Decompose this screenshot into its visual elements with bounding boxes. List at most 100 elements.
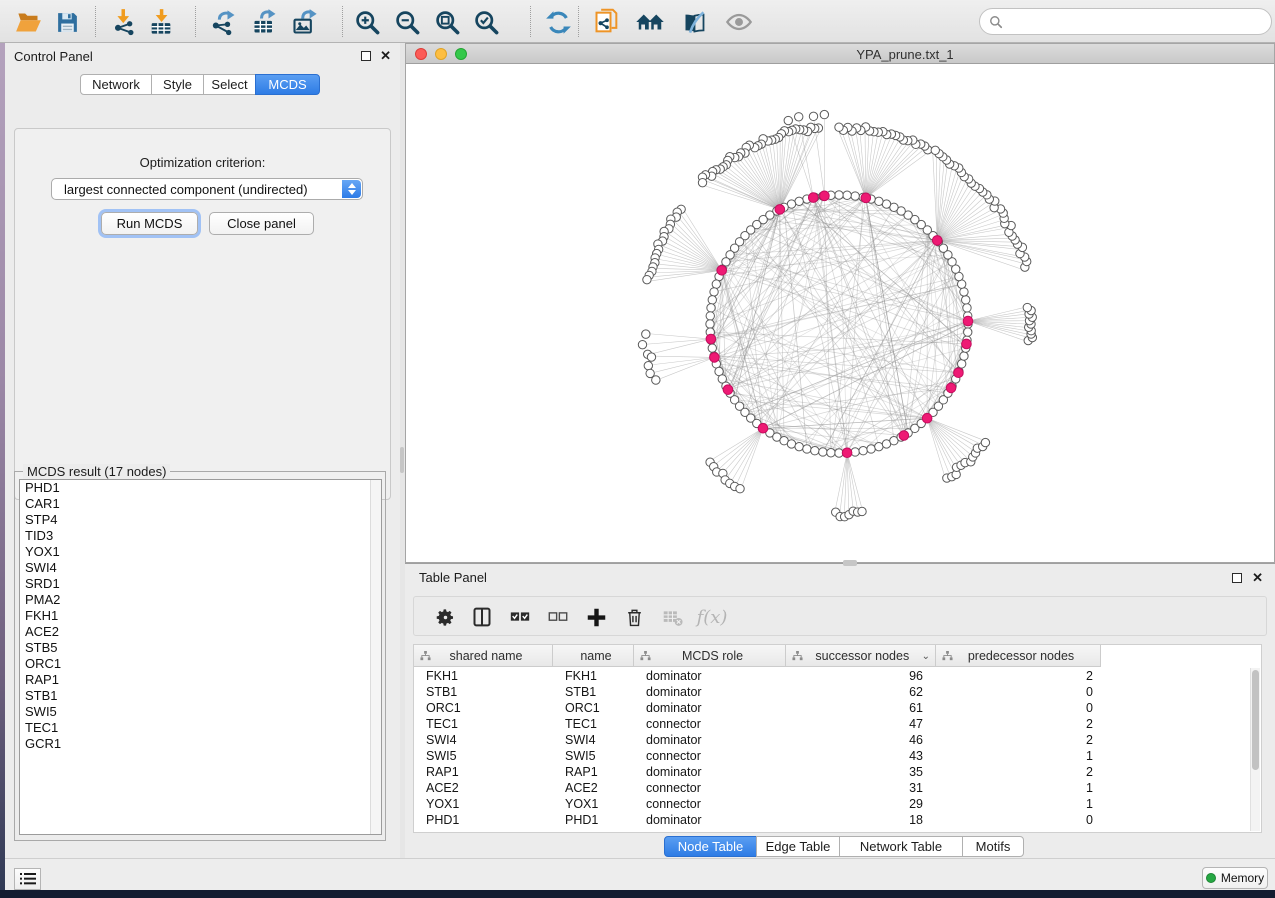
mcds-result-item[interactable]: SRD1	[20, 576, 381, 592]
table-row[interactable]: STB1STB1dominator620	[414, 684, 1261, 700]
table-cell[interactable]: PHD1	[553, 812, 634, 828]
mcds-result-item[interactable]: STB5	[20, 640, 381, 656]
column-chooser-icon[interactable]	[466, 601, 498, 633]
table-cell[interactable]: FKH1	[414, 668, 553, 684]
divider-grip[interactable]	[400, 447, 404, 473]
import-network-icon[interactable]	[110, 7, 140, 37]
add-column-icon[interactable]	[580, 601, 612, 633]
mcds-result-item[interactable]: STB1	[20, 688, 381, 704]
table-cell[interactable]: 31	[786, 780, 936, 796]
deselect-all-icon[interactable]	[542, 601, 574, 633]
table-cell[interactable]: SWI4	[414, 732, 553, 748]
table-scrollbar-thumb[interactable]	[1252, 670, 1259, 770]
memory-button[interactable]: Memory	[1202, 867, 1268, 889]
table-cell[interactable]: 61	[786, 700, 936, 716]
mcds-result-item[interactable]: YOX1	[20, 544, 381, 560]
mcds-result-item[interactable]: PMA2	[20, 592, 381, 608]
table-cell[interactable]: YOX1	[553, 796, 634, 812]
open-folder-icon[interactable]	[13, 7, 43, 37]
export-image-icon[interactable]	[290, 7, 320, 37]
table-cell[interactable]: 1	[936, 748, 1101, 764]
table-cell[interactable]: 2	[936, 732, 1101, 748]
mcds-result-item[interactable]: GCR1	[20, 736, 381, 752]
tab-mcds[interactable]: MCDS	[255, 74, 320, 95]
table-cell[interactable]: dominator	[634, 700, 786, 716]
table-row[interactable]: YOX1YOX1connector291	[414, 796, 1261, 812]
show-eye-icon[interactable]	[724, 7, 754, 37]
column-header-MCDS-role[interactable]: MCDS role	[634, 645, 786, 667]
table-cell[interactable]: SWI4	[553, 732, 634, 748]
close-panel-icon[interactable]: ✕	[1252, 573, 1263, 583]
mcds-result-item[interactable]: RAP1	[20, 672, 381, 688]
table-cell[interactable]: PHD1	[414, 812, 553, 828]
criterion-dropdown[interactable]: largest connected component (undirected)	[51, 178, 363, 200]
mcds-result-item[interactable]: STP4	[20, 512, 381, 528]
table-cell[interactable]: dominator	[634, 764, 786, 780]
divider-grip[interactable]	[843, 560, 857, 566]
tab-node-table[interactable]: Node Table	[664, 836, 757, 857]
table-cell[interactable]: 35	[786, 764, 936, 780]
close-panel-icon[interactable]: ✕	[380, 51, 391, 61]
table-cell[interactable]: STB1	[414, 684, 553, 700]
tab-select[interactable]: Select	[203, 74, 256, 95]
table-cell[interactable]: SWI5	[553, 748, 634, 764]
float-panel-icon[interactable]	[361, 51, 371, 61]
tab-network[interactable]: Network	[80, 74, 152, 95]
save-icon[interactable]	[52, 7, 82, 37]
home-icon[interactable]	[635, 7, 665, 37]
table-cell[interactable]: 0	[936, 700, 1101, 716]
table-row[interactable]: RAP1RAP1dominator352	[414, 764, 1261, 780]
table-cell[interactable]: connector	[634, 796, 786, 812]
network-window-titlebar[interactable]: YPA_prune.txt_1	[406, 44, 1274, 64]
table-cell[interactable]: 2	[936, 764, 1101, 780]
table-cell[interactable]: dominator	[634, 684, 786, 700]
mcds-result-item[interactable]: FKH1	[20, 608, 381, 624]
table-cell[interactable]: 29	[786, 796, 936, 812]
mcds-result-item[interactable]: SWI5	[20, 704, 381, 720]
close-panel-button[interactable]: Close panel	[209, 212, 314, 235]
search-input[interactable]	[1008, 14, 1271, 29]
table-cell[interactable]: dominator	[634, 732, 786, 748]
mcds-result-list[interactable]: PHD1CAR1STP4TID3YOX1SWI4SRD1PMA2FKH1ACE2…	[19, 479, 382, 835]
table-cell[interactable]: dominator	[634, 668, 786, 684]
delete-column-trash-icon[interactable]	[618, 601, 650, 633]
mcds-result-item[interactable]: PHD1	[20, 480, 381, 496]
table-cell[interactable]: SWI5	[414, 748, 553, 764]
table-cell[interactable]: 62	[786, 684, 936, 700]
table-cell[interactable]: 0	[936, 812, 1101, 828]
table-cell[interactable]: 18	[786, 812, 936, 828]
table-cell[interactable]: 96	[786, 668, 936, 684]
mcds-result-item[interactable]: TEC1	[20, 720, 381, 736]
table-cell[interactable]: ACE2	[414, 780, 553, 796]
table-cell[interactable]: 1	[936, 796, 1101, 812]
table-cell[interactable]: 1	[936, 780, 1101, 796]
column-header-predecessor-nodes[interactable]: predecessor nodes	[936, 645, 1101, 667]
table-row[interactable]: TEC1TEC1connector472	[414, 716, 1261, 732]
export-network-icon[interactable]	[209, 7, 239, 37]
column-header-successor-nodes[interactable]: successor nodes⌄	[786, 645, 936, 667]
tab-edge-table[interactable]: Edge Table	[756, 836, 840, 857]
task-history-button[interactable]	[14, 868, 41, 890]
search-field[interactable]	[979, 8, 1272, 35]
hide-panel-icon[interactable]	[679, 7, 709, 37]
mcds-result-item[interactable]: ACE2	[20, 624, 381, 640]
import-table-icon[interactable]	[146, 7, 176, 37]
tab-motifs[interactable]: Motifs	[962, 836, 1024, 857]
mcds-result-item[interactable]: TID3	[20, 528, 381, 544]
table-cell[interactable]: connector	[634, 780, 786, 796]
share-document-icon[interactable]	[592, 7, 622, 37]
node-table[interactable]: shared namenameMCDS rolesuccessor nodes⌄…	[413, 644, 1262, 833]
table-row[interactable]: FKH1FKH1dominator962	[414, 668, 1261, 684]
mcds-result-item[interactable]: CAR1	[20, 496, 381, 512]
table-cell[interactable]: RAP1	[553, 764, 634, 780]
table-row[interactable]: ORC1ORC1dominator610	[414, 700, 1261, 716]
table-cell[interactable]: TEC1	[414, 716, 553, 732]
zoom-selected-icon[interactable]	[471, 7, 501, 37]
table-cell[interactable]: 2	[936, 668, 1101, 684]
refresh-icon[interactable]	[543, 7, 573, 37]
table-cell[interactable]: 43	[786, 748, 936, 764]
table-cell[interactable]: connector	[634, 748, 786, 764]
table-cell[interactable]: ACE2	[553, 780, 634, 796]
table-settings-gear-icon[interactable]	[429, 601, 461, 633]
table-cell[interactable]: 2	[936, 716, 1101, 732]
